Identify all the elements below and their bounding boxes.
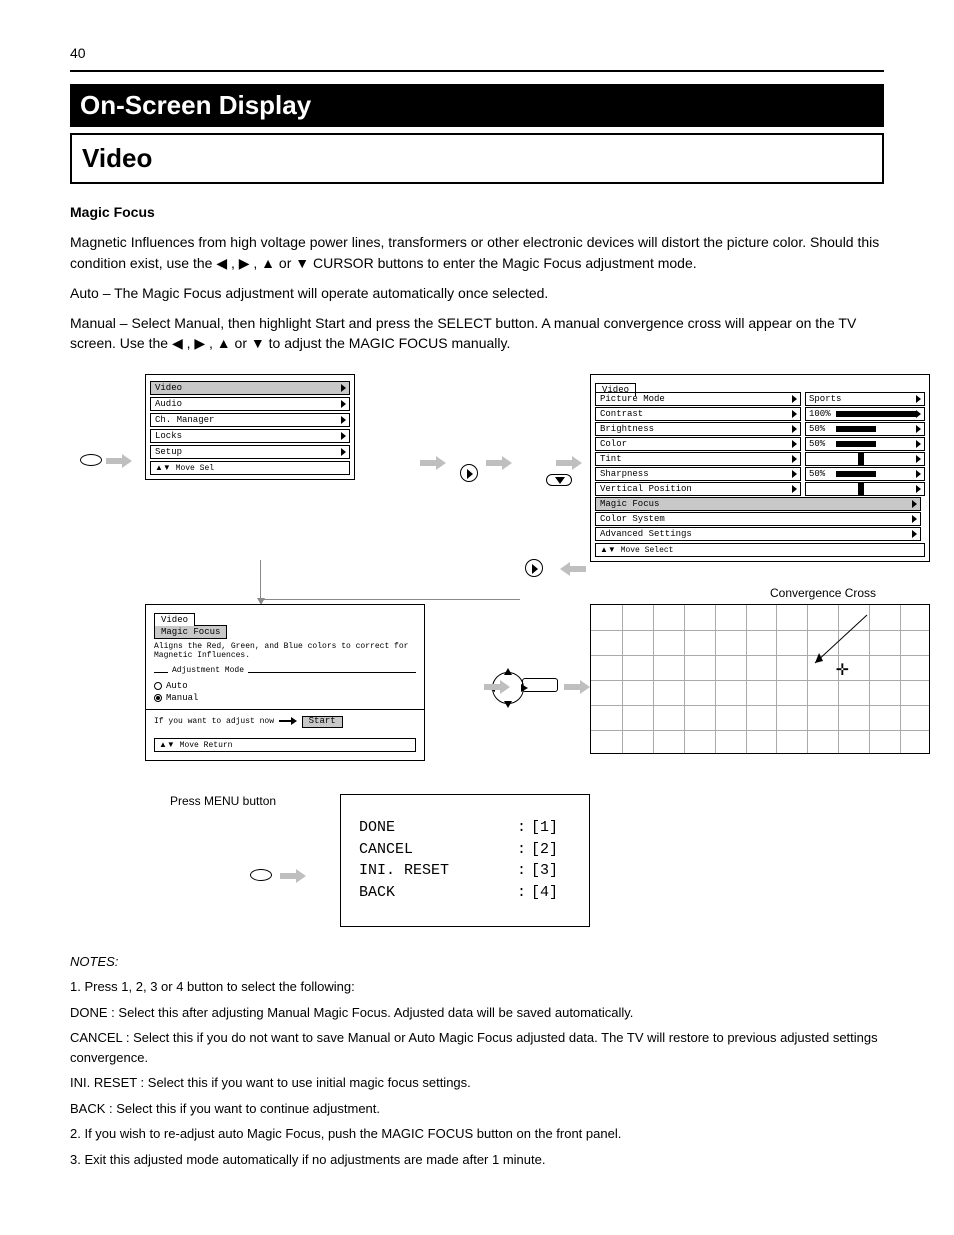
arrow-glyphs: ◀ , ▶ , ▲ or ▼ (216, 255, 313, 271)
menu-row-back[interactable]: BACK:[4] (359, 882, 571, 904)
flow-diagram: Video Audio Ch. Manager Locks Setup ▲▼ Move … (70, 374, 884, 944)
osd-focus-desc: Aligns the Red, Green, and Blue colors t… (154, 643, 416, 661)
osd-video-row-label: Tint (595, 452, 801, 466)
section-heading: On-Screen Display (70, 84, 884, 127)
osd-main-item[interactable]: Locks (150, 429, 350, 443)
arrow-icon (420, 456, 446, 470)
done-cancel-menu: DONE:[1] CANCEL:[2] INI. RESET:[3] BACK:… (340, 794, 590, 927)
radio-manual[interactable]: Manual (154, 693, 416, 703)
osd-video-row-label: Vertical Position (595, 482, 801, 496)
press-menu-caption: Press MENU button (170, 794, 276, 808)
osd-video-row-label: Contrast (595, 407, 801, 421)
osd-video-row-value (805, 482, 925, 496)
osd-main-item[interactable]: Video (150, 381, 350, 395)
osd-video-row-value: Sports (805, 392, 925, 406)
note-3: 3. Exit this adjusted mode automatically… (70, 1150, 884, 1170)
remote-button-icon (80, 454, 102, 466)
osd-video-row[interactable]: Advanced Settings (595, 527, 925, 541)
remote-button-icon (250, 869, 272, 881)
top-rule (70, 70, 884, 72)
osd-video-row-label: Sharpness (595, 467, 801, 481)
adjustment-mode-fieldset: Adjustment Mode Auto Manual (154, 672, 416, 703)
pointer-line-icon (809, 613, 869, 668)
panel-heading: Video (70, 133, 884, 184)
convergence-grid: ✛ (590, 604, 930, 754)
grid-caption: Convergence Cross (770, 586, 876, 600)
osd-video-row-label: Color System (595, 512, 921, 526)
flow-connector (260, 560, 520, 600)
osd-focus-footer: ▲▼ Move Return (154, 738, 416, 752)
osd-video-menu: Video Picture ModeSportsContrast100%Brig… (590, 374, 930, 562)
notes-block: NOTES: 1. Press 1, 2, 3 or 4 button to s… (70, 952, 884, 1170)
page-number: 40 (70, 45, 86, 61)
osd-video-row[interactable]: Magic Focus (595, 497, 925, 511)
osd-video-row-value: 50% (805, 437, 925, 451)
menu-row-done[interactable]: DONE:[1] (359, 817, 571, 839)
arrow-icon (484, 680, 510, 694)
osd-video-row-value (805, 452, 925, 466)
osd-video-row[interactable]: Tint (595, 452, 925, 466)
note-done: DONE : Select this after adjusting Manua… (70, 1003, 884, 1023)
arrow-icon (486, 456, 512, 470)
osd-focus-tab: Video (154, 613, 195, 626)
osd-video-row-label: Brightness (595, 422, 801, 436)
osd-video-row[interactable]: Contrast 100% (595, 407, 925, 421)
notes-heading: NOTES: (70, 952, 884, 972)
osd-video-row-label: Color (595, 437, 801, 451)
osd-main-footer: ▲▼ Move Sel (150, 461, 350, 475)
start-button[interactable]: Start (302, 716, 343, 728)
osd-main-item[interactable]: Ch. Manager (150, 413, 350, 427)
step-manual: Manual – Select Manual, then highlight S… (70, 313, 884, 354)
arrow-icon (556, 456, 582, 470)
osd-main-item[interactable]: Setup (150, 445, 350, 459)
arrow-icon (279, 718, 297, 724)
osd-video-row[interactable]: Vertical Position (595, 482, 925, 496)
osd-video-row[interactable]: Color System (595, 512, 925, 526)
note-cancel: CANCEL : Select this if you do not want … (70, 1028, 884, 1067)
osd-video-row-label: Advanced Settings (595, 527, 921, 541)
arrow-glyphs-2: ◀ , ▶ , ▲ or ▼ (172, 335, 269, 351)
note-back: BACK : Select this if you want to contin… (70, 1099, 884, 1119)
subsection-title: Magic Focus (70, 204, 155, 220)
cursor-right-icon (460, 464, 478, 482)
osd-main-menu: Video Audio Ch. Manager Locks Setup ▲▼ Move … (145, 374, 355, 480)
osd-video-row[interactable]: Picture Mode Sports (595, 392, 925, 406)
osd-video-row[interactable]: Color 50% (595, 437, 925, 451)
osd-video-row-label: Magic Focus (595, 497, 921, 511)
osd-magic-focus: Video Magic Focus Aligns the Red, Green,… (145, 604, 425, 761)
menu-row-cancel[interactable]: CANCEL:[2] (359, 839, 571, 861)
arrow-icon (280, 869, 306, 883)
note-2: 2. If you wish to re-adjust auto Magic F… (70, 1124, 884, 1144)
osd-video-row-label: Picture Mode (595, 392, 801, 406)
osd-video-footer: ▲▼ Move Select (595, 543, 925, 557)
osd-video-row-value: 50% (805, 467, 925, 481)
cursor-right-icon (525, 559, 543, 580)
menu-key-icon (522, 678, 558, 692)
arrow-left-icon (560, 562, 586, 576)
note-reset: INI. RESET : Select this if you want to … (70, 1073, 884, 1093)
osd-video-row[interactable]: Brightness 50% (595, 422, 925, 436)
arrow-icon (106, 454, 132, 468)
start-row: If you want to adjust now Start (154, 716, 416, 728)
arrow-icon (564, 680, 590, 694)
down-key-icon (546, 474, 572, 486)
osd-focus-title: Magic Focus (154, 625, 227, 639)
intro-paragraph: Magnetic Influences from high voltage po… (70, 232, 884, 273)
note-1: 1. Press 1, 2, 3 or 4 button to select t… (70, 977, 884, 997)
osd-main-item[interactable]: Audio (150, 397, 350, 411)
osd-video-row-value: 50% (805, 422, 925, 436)
menu-row-reset[interactable]: INI. RESET:[3] (359, 860, 571, 882)
osd-video-row-value: 100% (805, 407, 925, 421)
radio-auto[interactable]: Auto (154, 681, 416, 691)
osd-video-row[interactable]: Sharpness 50% (595, 467, 925, 481)
fieldset-legend: Adjustment Mode (168, 666, 248, 675)
step-auto: Auto – The Magic Focus adjustment will o… (70, 283, 884, 303)
